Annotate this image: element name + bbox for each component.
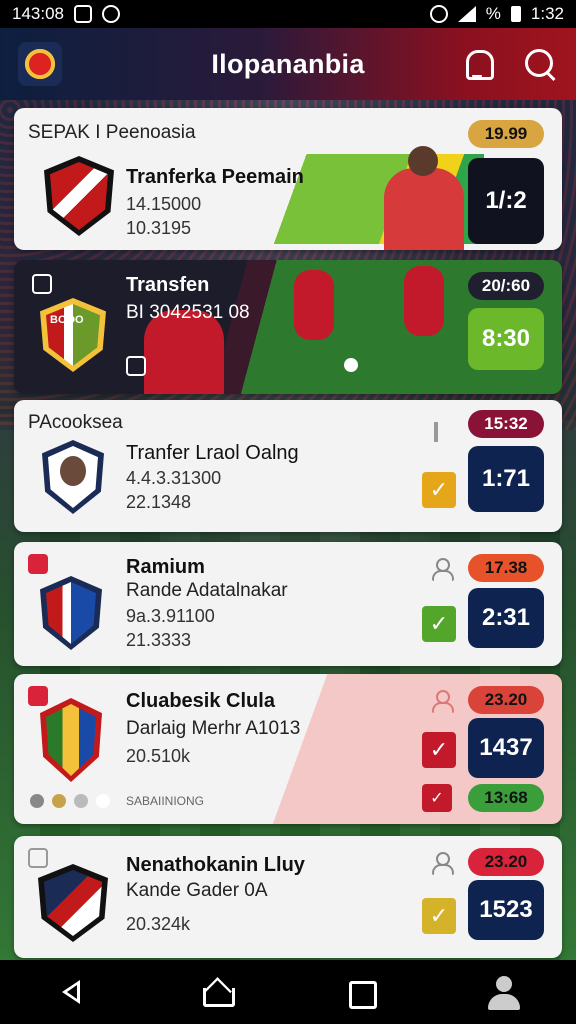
search-icon[interactable] bbox=[522, 46, 558, 82]
card-title: Tranfer Lraol Oalng bbox=[126, 442, 299, 464]
status-time-left: 143:08 bbox=[12, 4, 64, 23]
card-section-title: SEPAK I Peenoasia bbox=[28, 122, 196, 143]
ball-icon bbox=[344, 358, 358, 372]
club-crest bbox=[42, 440, 104, 514]
dot[interactable] bbox=[74, 794, 88, 808]
time-pill: 23.20 bbox=[468, 848, 544, 876]
person-icon bbox=[430, 852, 454, 875]
card-stat-1: 4.4.3.31300 bbox=[126, 468, 222, 488]
home-icon[interactable] bbox=[196, 972, 236, 1012]
card-title: Tranferka Peemain bbox=[126, 166, 304, 188]
club-crest bbox=[40, 576, 102, 650]
dot[interactable] bbox=[96, 794, 110, 808]
player-image bbox=[404, 266, 444, 336]
pagination-dots[interactable] bbox=[30, 794, 110, 808]
app-header: Ilopananbia bbox=[0, 28, 576, 100]
status-left: 143:08 bbox=[12, 4, 120, 24]
pin-icon bbox=[434, 422, 438, 442]
signal-icon bbox=[457, 6, 476, 22]
back-icon[interactable] bbox=[52, 972, 92, 1012]
status-right: % 1:32 bbox=[429, 4, 564, 24]
time-pill: 15:32 bbox=[468, 410, 544, 438]
status-bar: 143:08 % 1:32 bbox=[0, 0, 576, 28]
card-stat-1: 20.324k bbox=[126, 914, 191, 934]
club-crest bbox=[40, 698, 102, 782]
crest-text: BOOO bbox=[50, 314, 84, 326]
image-icon bbox=[28, 848, 48, 868]
card-subtitle: Kande Gader 0A bbox=[126, 880, 268, 901]
match-card[interactable]: Transfen BI 3042531 08 BOOO 20/:60 8:30 bbox=[14, 260, 562, 394]
score-box[interactable]: 1437 bbox=[468, 718, 544, 778]
time-pill: 13:68 bbox=[468, 784, 544, 812]
card-stat-1: 20.510k bbox=[126, 746, 191, 766]
match-card[interactable]: SEPAK I Peenoasia Tranferka Peemain 14.1… bbox=[14, 108, 562, 250]
time-pill: 19.99 bbox=[468, 120, 544, 148]
battery-icon bbox=[510, 6, 521, 22]
recents-icon[interactable] bbox=[340, 972, 380, 1012]
person-icon bbox=[430, 558, 454, 581]
card-section-title: PAcooksea bbox=[28, 412, 123, 433]
status-time-right: 1:32 bbox=[530, 4, 564, 23]
card-title: Cluabesik Clula bbox=[126, 690, 275, 712]
club-crest bbox=[44, 156, 114, 236]
card-title: Ramium bbox=[126, 556, 205, 578]
profile-icon[interactable] bbox=[484, 972, 524, 1012]
player-head bbox=[408, 146, 438, 176]
player-image bbox=[384, 168, 464, 250]
image-icon bbox=[32, 274, 52, 294]
score-box[interactable]: 8:30 bbox=[468, 308, 544, 370]
app-title: Ilopananbia bbox=[211, 48, 365, 79]
card-subtitle: Rande Adatalnakar bbox=[126, 580, 288, 601]
card-title: Nenathokanin Lluy bbox=[126, 854, 305, 876]
check-icon[interactable]: ✓ bbox=[422, 606, 456, 642]
card-stat-1: 14.15000 bbox=[126, 194, 202, 214]
club-crest: BOOO bbox=[40, 298, 106, 372]
score-box[interactable]: 1523 bbox=[468, 880, 544, 940]
match-card[interactable]: Nenathokanin Lluy Kande Gader 0A 20.324k… bbox=[14, 836, 562, 958]
card-stat-2: 22.1348 bbox=[126, 492, 192, 512]
person-icon bbox=[430, 690, 454, 713]
player-image bbox=[294, 270, 334, 340]
card-stat-2: 10.3195 bbox=[126, 218, 192, 238]
alarm-icon bbox=[429, 5, 448, 23]
sync-icon bbox=[102, 5, 120, 23]
bell-icon[interactable] bbox=[460, 46, 496, 82]
time-pill: 23.20 bbox=[468, 686, 544, 714]
match-card[interactable]: Cluabesik Clula Darlaig Merhr A1013 20.5… bbox=[14, 674, 562, 824]
camera-icon bbox=[126, 356, 146, 376]
match-card[interactable]: PAcooksea Tranfer Lraol Oalng 4.4.3.3130… bbox=[14, 400, 562, 532]
check-icon[interactable]: ✓ bbox=[422, 784, 452, 812]
card-title: Transfen bbox=[126, 274, 210, 296]
card-stat-2: 21.3333 bbox=[126, 630, 192, 650]
time-pill: 20/:60 bbox=[468, 272, 544, 300]
card-subtitle: BI 3042531 08 bbox=[126, 302, 250, 323]
badge-icon bbox=[28, 686, 48, 706]
badge-icon bbox=[28, 554, 48, 574]
check-icon[interactable]: ✓ bbox=[422, 472, 456, 508]
card-stat-1: 9a.3.91100 bbox=[126, 606, 215, 626]
card-footer: SABAIINIONG bbox=[126, 794, 205, 808]
score-box[interactable]: 1:71 bbox=[468, 446, 544, 512]
score-box[interactable]: 2:31 bbox=[468, 588, 544, 648]
dot[interactable] bbox=[30, 794, 44, 808]
app-logo[interactable] bbox=[18, 42, 62, 86]
bottom-nav bbox=[0, 960, 576, 1024]
battery-percent: % bbox=[485, 4, 501, 23]
club-crest bbox=[38, 864, 108, 942]
check-icon[interactable]: ✓ bbox=[422, 898, 456, 934]
dot[interactable] bbox=[52, 794, 66, 808]
notification-icon bbox=[74, 5, 92, 23]
score-box[interactable]: 1/:2 bbox=[468, 158, 544, 244]
check-icon[interactable]: ✓ bbox=[422, 732, 456, 768]
match-card[interactable]: Ramium Rande Adatalnakar 9a.3.91100 21.3… bbox=[14, 542, 562, 666]
card-subtitle: Darlaig Merhr A1013 bbox=[126, 718, 301, 739]
time-pill: 17.38 bbox=[468, 554, 544, 582]
header-actions bbox=[460, 46, 558, 82]
